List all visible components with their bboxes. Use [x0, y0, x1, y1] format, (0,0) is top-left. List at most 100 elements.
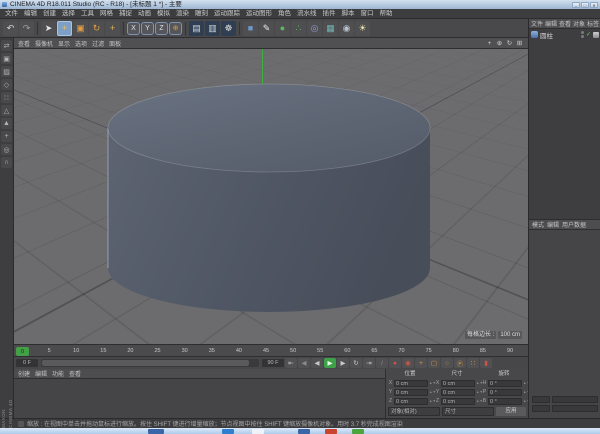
- menubar-item[interactable]: 脚本: [339, 9, 358, 19]
- light-icon[interactable]: ☀: [355, 21, 370, 36]
- value-spinner[interactable]: ▲▼: [429, 391, 432, 394]
- coordinate-system-icon[interactable]: ⊕: [169, 22, 182, 35]
- viewport-solo-icon[interactable]: ◎: [1, 144, 12, 155]
- menubar-item[interactable]: 选择: [59, 9, 78, 19]
- menubar-item[interactable]: 网格: [97, 9, 116, 19]
- go-to-start-button[interactable]: ⇤: [285, 358, 297, 368]
- value-spinner[interactable]: ▲▼: [476, 382, 479, 385]
- attribute-manager-tab[interactable]: 用户数据: [562, 220, 586, 229]
- previous-key-button[interactable]: ◀: [298, 358, 310, 368]
- cube-primitive-icon[interactable]: ■: [243, 21, 258, 36]
- enable-check-icon[interactable]: ✓: [586, 31, 591, 38]
- enable-axis-icon[interactable]: +: [1, 131, 12, 142]
- coordinate-value-field[interactable]: 0 cm: [441, 389, 475, 396]
- windows-taskbar[interactable]: [0, 428, 600, 434]
- minimize-button[interactable]: –: [572, 2, 580, 8]
- coordinate-mode-dropdown[interactable]: 对象(相对): [388, 407, 440, 416]
- render-picture-viewer-icon[interactable]: ▥: [205, 21, 220, 36]
- viewport-menu-item[interactable]: 选项: [75, 39, 87, 48]
- viewport-menu-item[interactable]: 查看: [18, 39, 30, 48]
- menubar-item[interactable]: 文件: [2, 9, 21, 19]
- pan-view-icon[interactable]: +: [485, 39, 494, 48]
- visibility-dots[interactable]: [581, 31, 584, 38]
- coordinate-value-field[interactable]: 0 cm: [394, 380, 428, 387]
- menubar-item[interactable]: 角色: [275, 9, 294, 19]
- live-selection-icon[interactable]: ➤: [41, 21, 56, 36]
- array-generator-icon[interactable]: ∴: [291, 21, 306, 36]
- timeline-ruler[interactable]: 0 51015202530354045505560657075808590: [14, 344, 528, 357]
- menubar-item[interactable]: 编辑: [21, 9, 40, 19]
- taskbar-app-icon[interactable]: [252, 429, 264, 434]
- deformer-icon[interactable]: ◎: [307, 21, 322, 36]
- play-button[interactable]: ▶: [324, 358, 336, 368]
- viewport-menu-item[interactable]: 过滤: [92, 39, 104, 48]
- scale-tool-icon[interactable]: ▣: [73, 21, 88, 36]
- coordinate-column-header[interactable]: 尺寸: [435, 370, 479, 378]
- right-panel-field[interactable]: [532, 396, 550, 403]
- attribute-manager-tab[interactable]: 编辑: [547, 220, 559, 229]
- polygons-mode-icon[interactable]: ▲: [1, 118, 12, 129]
- loop-button[interactable]: ↻: [350, 358, 362, 368]
- taskbar-app-icon[interactable]: [222, 429, 234, 434]
- value-spinner[interactable]: ▲▼: [429, 382, 432, 385]
- coordinate-column-header[interactable]: 位置: [388, 370, 432, 378]
- material-menu-item[interactable]: 功能: [52, 369, 64, 378]
- menubar-item[interactable]: 运动图形: [243, 9, 275, 19]
- timeline-start-field[interactable]: 0 F: [16, 359, 38, 367]
- value-spinner[interactable]: ▲▼: [476, 391, 479, 394]
- value-spinner[interactable]: ▲▼: [476, 400, 479, 403]
- coordinate-value-field[interactable]: 0 cm: [441, 398, 475, 405]
- object-manager-menu-item[interactable]: 编辑: [545, 19, 557, 28]
- make-editable-icon[interactable]: ⇄: [1, 40, 12, 51]
- taskbar-app-icon[interactable]: [148, 429, 164, 434]
- rotate-tool-icon[interactable]: ↻: [89, 21, 104, 36]
- coordinate-value-field[interactable]: 0 cm: [441, 380, 475, 387]
- x-axis-lock-button[interactable]: X: [127, 22, 140, 35]
- object-manager-menu-item[interactable]: 标签: [587, 19, 599, 28]
- move-tool-icon[interactable]: +: [57, 21, 72, 36]
- coordinate-value-field[interactable]: 0 °: [488, 389, 522, 396]
- floor-environment-icon[interactable]: ▦: [323, 21, 338, 36]
- timeline-playhead[interactable]: 0: [16, 347, 29, 356]
- menubar-item[interactable]: 流水线: [294, 9, 320, 19]
- taskbar-app-icon[interactable]: [298, 429, 310, 434]
- last-used-tool-icon[interactable]: +: [105, 21, 120, 36]
- object-manager-menu-item[interactable]: 对象: [573, 19, 585, 28]
- points-mode-icon[interactable]: ∷: [1, 92, 12, 103]
- position-key-toggle[interactable]: +: [415, 358, 427, 368]
- taskbar-app-icon[interactable]: [325, 429, 337, 434]
- timeline-scrollbar[interactable]: [41, 359, 259, 367]
- render-settings-icon[interactable]: ☸: [221, 21, 236, 36]
- right-panel-field[interactable]: [552, 396, 598, 403]
- taskbar-app-icon[interactable]: [352, 429, 364, 434]
- model-mode-icon[interactable]: ▣: [1, 53, 12, 64]
- perspective-viewport[interactable]: 每格边长 : 100 cm: [14, 49, 528, 344]
- menubar-item[interactable]: 工具: [78, 9, 97, 19]
- value-spinner[interactable]: ▲▼: [523, 382, 526, 385]
- keyframe-selection-button[interactable]: /: [376, 358, 388, 368]
- viewport-menu-item[interactable]: 摄像机: [35, 39, 53, 48]
- pla-key-toggle[interactable]: ∷: [467, 358, 479, 368]
- material-menu-item[interactable]: 创建: [18, 369, 30, 378]
- go-to-end-button[interactable]: ⇥: [363, 358, 375, 368]
- object-manager-menu-item[interactable]: 查看: [559, 19, 571, 28]
- coordinate-value-field[interactable]: 0 cm: [394, 398, 428, 405]
- object-manager-menu-item[interactable]: 文件: [531, 19, 543, 28]
- playback-mode-button[interactable]: ▮: [480, 358, 492, 368]
- texture-mode-icon[interactable]: ▨: [1, 66, 12, 77]
- z-axis-lock-button[interactable]: Z: [155, 22, 168, 35]
- redo-icon[interactable]: ↷: [19, 21, 34, 36]
- parameter-key-toggle[interactable]: Ⓟ: [454, 358, 466, 368]
- menubar-item[interactable]: 雕刻: [192, 9, 211, 19]
- coordinate-column-header[interactable]: 旋转: [482, 370, 526, 378]
- material-menu-item[interactable]: 编辑: [35, 369, 47, 378]
- value-spinner[interactable]: ▲▼: [523, 391, 526, 394]
- menubar-item[interactable]: 模拟: [154, 9, 173, 19]
- object-row[interactable]: 圆柱 ✓: [529, 29, 600, 40]
- undo-icon[interactable]: ↶: [3, 21, 18, 36]
- menubar-item[interactable]: 捕捉: [116, 9, 135, 19]
- y-axis-lock-button[interactable]: Y: [141, 22, 154, 35]
- subdivision-surface-icon[interactable]: ●: [275, 21, 290, 36]
- render-view-icon[interactable]: ▤: [189, 21, 204, 36]
- scale-key-toggle[interactable]: ▢: [428, 358, 440, 368]
